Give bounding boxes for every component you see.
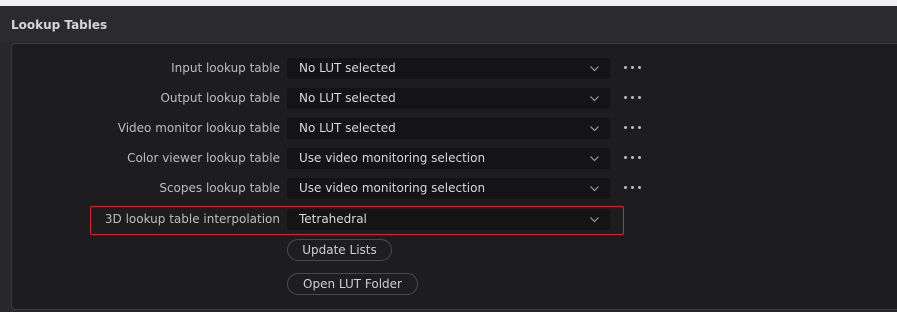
interpolation-value: Tetrahedral	[299, 212, 367, 226]
chevron-down-icon	[590, 156, 599, 162]
interpolation-dropdown[interactable]: Tetrahedral	[287, 209, 610, 230]
color-viewer-lut-more-button[interactable]	[623, 152, 643, 164]
update-lists-button[interactable]: Update Lists	[287, 239, 392, 261]
panel-title: Lookup Tables	[11, 18, 108, 32]
color-viewer-lut-value: Use video monitoring selection	[299, 151, 486, 165]
output-lut-value: No LUT selected	[299, 91, 396, 105]
lookup-tables-group	[11, 43, 897, 310]
scopes-lut-value: Use video monitoring selection	[299, 181, 486, 195]
chevron-down-icon	[590, 217, 599, 223]
scopes-lut-more-button[interactable]	[623, 182, 643, 194]
input-lut-more-button[interactable]	[623, 62, 643, 74]
video-monitor-lut-dropdown[interactable]: No LUT selected	[287, 118, 610, 139]
chevron-down-icon	[590, 186, 599, 192]
input-lut-value: No LUT selected	[299, 61, 396, 75]
output-lut-dropdown[interactable]: No LUT selected	[287, 88, 610, 109]
scopes-lut-dropdown[interactable]: Use video monitoring selection	[287, 178, 610, 199]
chevron-down-icon	[590, 126, 599, 132]
video-monitor-lut-value: No LUT selected	[299, 121, 396, 135]
scopes-lut-label: Scopes lookup table	[159, 181, 280, 195]
color-viewer-lut-label: Color viewer lookup table	[127, 151, 280, 165]
output-lut-label: Output lookup table	[160, 91, 280, 105]
input-lut-label: Input lookup table	[171, 61, 280, 75]
open-lut-folder-button[interactable]: Open LUT Folder	[287, 273, 418, 295]
chevron-down-icon	[590, 96, 599, 102]
chevron-down-icon	[590, 66, 599, 72]
input-lut-dropdown[interactable]: No LUT selected	[287, 58, 610, 79]
panel-header: Lookup Tables	[0, 6, 897, 42]
video-monitor-lut-label: Video monitor lookup table	[117, 121, 280, 135]
video-monitor-lut-more-button[interactable]	[623, 122, 643, 134]
color-viewer-lut-dropdown[interactable]: Use video monitoring selection	[287, 148, 610, 169]
output-lut-more-button[interactable]	[623, 92, 643, 104]
interpolation-label: 3D lookup table interpolation	[104, 212, 280, 226]
